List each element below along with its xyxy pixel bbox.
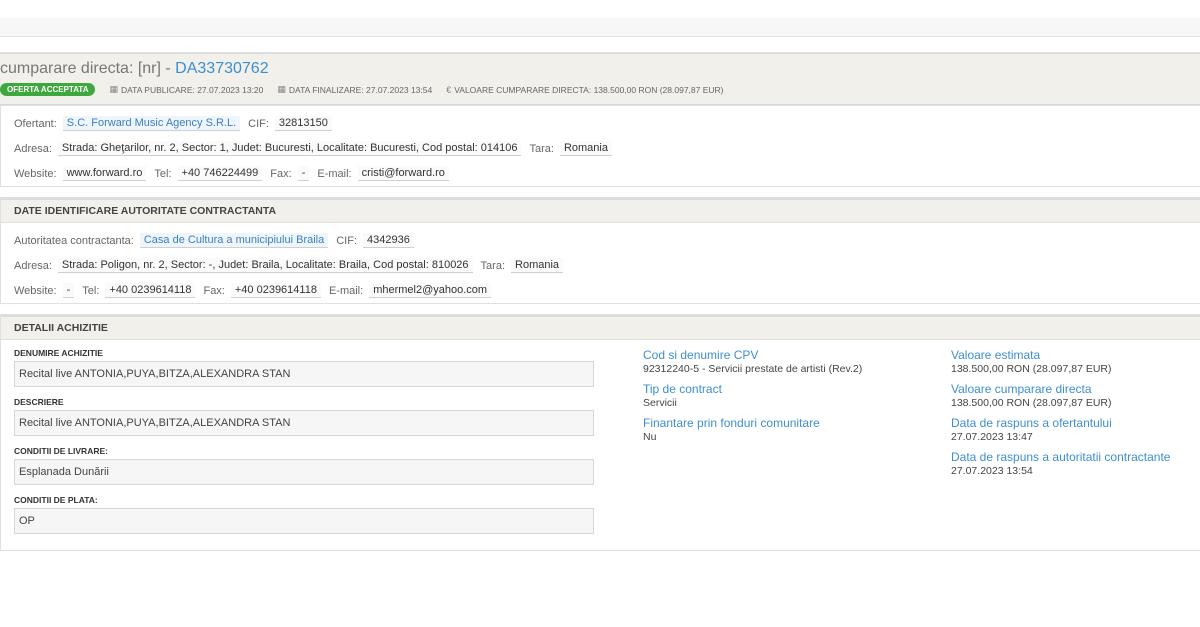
estimata-label: Valoare estimata [951, 348, 1041, 362]
cumparare-label: Valoare cumparare directa [951, 382, 1092, 396]
autoritate-country: Romania [511, 258, 564, 273]
fax-label: Fax: [270, 167, 292, 180]
ofertant-country: Romania [559, 141, 612, 156]
ofertant-email: cristi@forward.ro [357, 166, 449, 181]
website-label: Website: [14, 167, 57, 180]
cif-label: CIF: [336, 234, 358, 247]
ofertant-row: Ofertant: S.C. Forward Music Agency S.R.… [14, 111, 1187, 136]
autoritate-fax: +40 0239614118 [230, 283, 321, 298]
tel-label: Tel: [82, 284, 100, 297]
autoritate-website: - [62, 283, 75, 298]
ofertant-name-link[interactable]: S.C. Forward Music Agency S.R.L. [62, 116, 241, 131]
final-date: ▦ DATA FINALIZARE: 27.07.2023 13:54 [277, 84, 432, 95]
country-label: Tara: [480, 259, 506, 272]
title-prefix: cumparare directa: [nr] - [0, 60, 176, 77]
autoritate-address: Strada: Poligon, nr. 2, Sector: -, Judet… [57, 258, 473, 273]
cumparare-item: Valoare cumparare directa 138.500,00 RON… [951, 382, 1170, 409]
detalii-box: DETALII ACHIZITIE DENUMIRE ACHIZITIE Rec… [0, 314, 1200, 551]
value-info: € VALOARE CUMPARARE DIRECTA: 138.500,00 … [446, 85, 723, 95]
tel-label: Tel: [154, 167, 172, 180]
ofertant-tel: +40 746224499 [177, 166, 263, 181]
livrare-label: CONDITII DE LIVRARE: [14, 446, 108, 456]
autoritate-name-link[interactable]: Casa de Cultura a municipiului Braila [139, 233, 329, 248]
section-title-autoritate: DATE IDENTIFICARE AUTORITATE CONTRACTANT… [1, 198, 1200, 223]
procedure-number-link[interactable]: DA33730762 [175, 60, 268, 77]
calendar-icon: ▦ [109, 84, 118, 94]
ofertant-contact-row: Website: www.forward.ro Tel: +40 7462244… [14, 161, 1187, 186]
section-gap [0, 187, 1200, 197]
meta-row: OFERTA ACCEPTATA ▦ DATA PUBLICARE: 27.07… [0, 83, 738, 96]
denumire-field: Recital live ANTONIA,PUYA,BITZA,ALEXANDR… [14, 361, 594, 387]
ofertant-cif: 32813150 [274, 116, 332, 131]
website-label: Website: [14, 284, 57, 297]
final-date-text: DATA FINALIZARE: 27.07.2023 13:54 [288, 84, 433, 95]
raspuns-autoritate-item: Data de raspuns a autoritatii contractan… [951, 450, 1170, 477]
autoritate-cif: 4342936 [363, 233, 414, 248]
autoritate-contact-row: Website: - Tel: +40 0239614118 Fax: +40 … [14, 278, 1187, 303]
tip-value: Servicii [643, 397, 677, 409]
euro-icon: € [446, 84, 452, 95]
estimata-value: 138.500,00 RON (28.097,87 EUR) [951, 363, 1112, 375]
cpv-item: Cod si denumire CPV 92312240-5 - Servici… [643, 348, 862, 375]
cumparare-value: 138.500,00 RON (28.097,87 EUR) [951, 397, 1112, 409]
fax-label: Fax: [203, 284, 225, 297]
email-label: E-mail: [328, 284, 364, 297]
autoritate-email: mhermel2@yahoo.com [369, 283, 492, 298]
autoritate-address-row: Adresa: Strada: Poligon, nr. 2, Sector: … [14, 253, 1187, 278]
page-content: cumparare directa: [nr] - DA33730762 OFE… [0, 52, 1200, 556]
tip-label: Tip de contract [643, 382, 722, 396]
finantare-label: Finantare prin fonduri comunitare [643, 416, 820, 430]
autoritate-tel: +40 0239614118 [105, 283, 196, 298]
top-bar [0, 18, 1200, 37]
raspuns-autoritate-value: 27.07.2023 13:54 [951, 465, 1033, 477]
livrare-field: Esplanada Dunării [14, 459, 594, 485]
section-gap [0, 304, 1200, 314]
autoritate-label: Autoritatea contractanta: [14, 234, 134, 247]
denumire-label: DENUMIRE ACHIZITIE [14, 348, 103, 358]
finantare-value: Nu [643, 431, 657, 443]
procedure-header: cumparare directa: [nr] - DA33730762 OFE… [0, 52, 1200, 105]
finantare-item: Finantare prin fonduri comunitare Nu [643, 416, 862, 443]
ofertant-box: Ofertant: S.C. Forward Music Agency S.R.… [0, 105, 1200, 187]
estimata-item: Valoare estimata 138.500,00 RON (28.097,… [951, 348, 1170, 375]
calendar-icon: ▦ [277, 84, 286, 94]
details-grid: DENUMIRE ACHIZITIE Recital live ANTONIA,… [1, 340, 1200, 550]
page-title: cumparare directa: [nr] - DA33730762 [0, 60, 269, 78]
cpv-label: Cod si denumire CPV [643, 348, 759, 362]
details-right-column: Valoare estimata 138.500,00 RON (28.097,… [951, 348, 1170, 484]
plata-label: CONDITII DE PLATA: [14, 495, 98, 505]
address-label: Adresa: [14, 142, 52, 155]
descriere-label: DESCRIERE [14, 397, 64, 407]
autoritate-box: DATE IDENTIFICARE AUTORITATE CONTRACTANT… [0, 197, 1200, 304]
ofertant-address: Strada: Gheţarilor, nr. 2, Sector: 1, Ju… [57, 141, 522, 156]
ofertant-address-row: Adresa: Strada: Gheţarilor, nr. 2, Secto… [14, 136, 1187, 161]
raspuns-ofertant-label: Data de raspuns a ofertantului [951, 416, 1112, 430]
autoritate-row: Autoritatea contractanta: Casa de Cultur… [14, 228, 1187, 253]
address-label: Adresa: [14, 259, 52, 272]
value-text: VALOARE CUMPARARE DIRECTA: 138.500,00 RO… [454, 84, 724, 95]
ofertant-fax: - [297, 166, 310, 181]
publish-date: ▦ DATA PUBLICARE: 27.07.2023 13:20 [109, 84, 263, 95]
descriere-field: Recital live ANTONIA,PUYA,BITZA,ALEXANDR… [14, 410, 594, 436]
country-label: Tara: [529, 142, 554, 155]
raspuns-autoritate-label: Data de raspuns a autoritatii contractan… [951, 450, 1171, 464]
section-title-detalii: DETALII ACHIZITIE [1, 315, 1200, 340]
email-label: E-mail: [317, 167, 352, 180]
raspuns-ofertant-value: 27.07.2023 13:47 [951, 431, 1033, 443]
details-left-column: DENUMIRE ACHIZITIE Recital live ANTONIA,… [14, 348, 594, 544]
status-badge: OFERTA ACCEPTATA [0, 83, 96, 96]
plata-field: OP [14, 508, 594, 534]
raspuns-ofertant-item: Data de raspuns a ofertantului 27.07.202… [951, 416, 1170, 443]
cif-label: CIF: [248, 117, 269, 130]
ofertant-website: www.forward.ro [62, 166, 147, 181]
ofertant-label: Ofertant: [14, 117, 57, 130]
tip-item: Tip de contract Servicii [643, 382, 862, 409]
publish-date-text: DATA PUBLICARE: 27.07.2023 13:20 [121, 84, 264, 95]
cpv-value: 92312240-5 - Servicii prestate de artist… [643, 363, 863, 375]
details-middle-column: Cod si denumire CPV 92312240-5 - Servici… [643, 348, 862, 450]
